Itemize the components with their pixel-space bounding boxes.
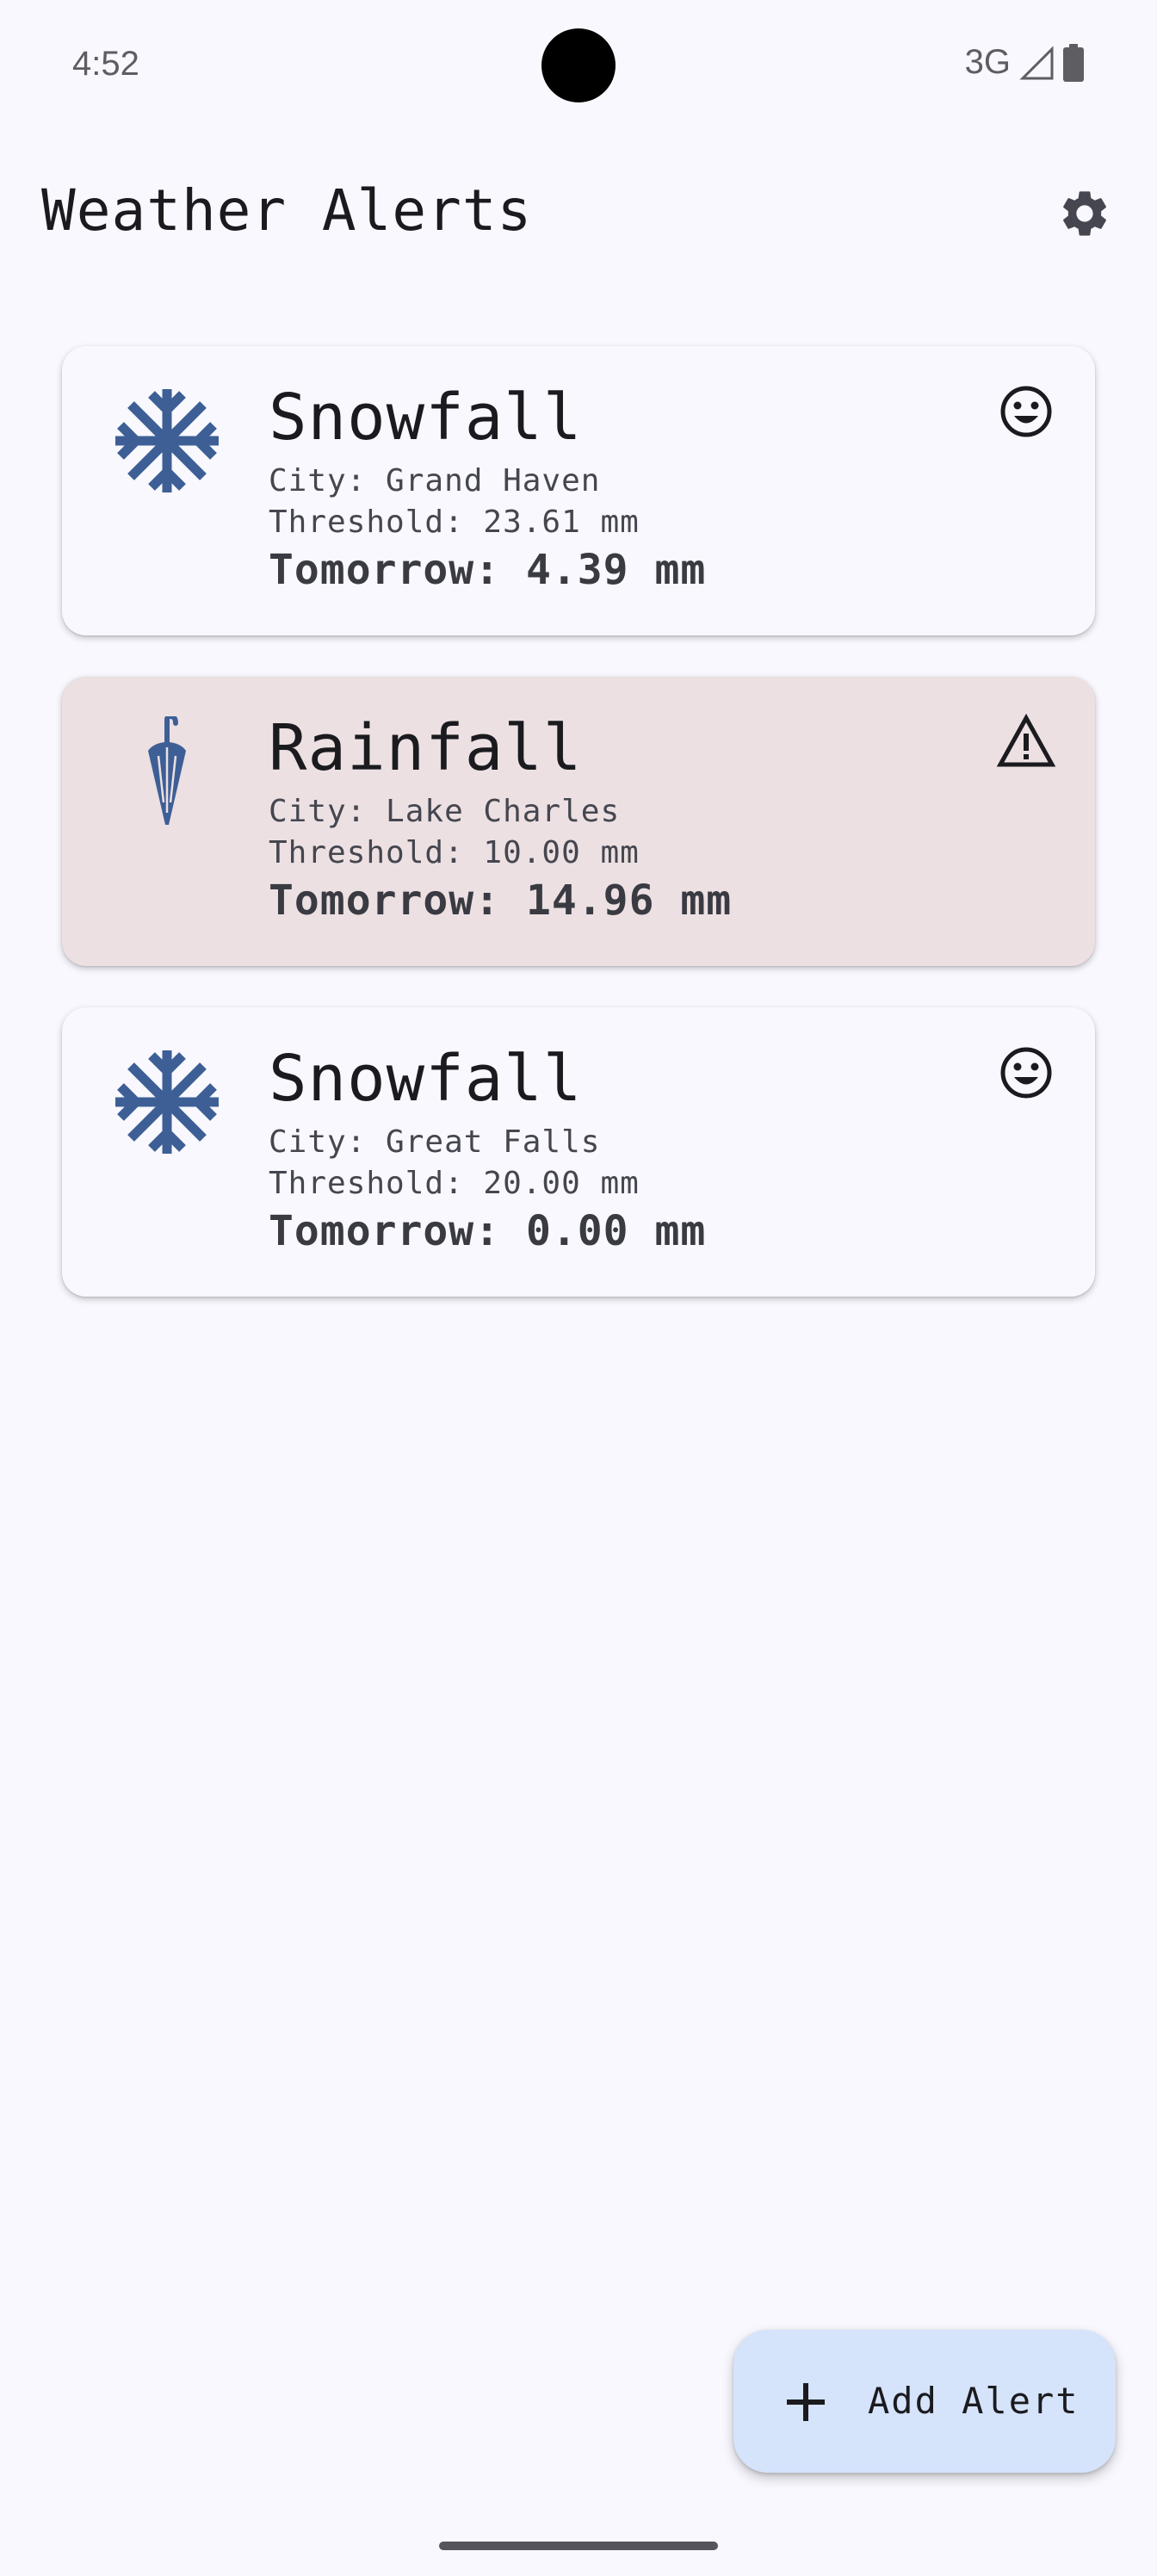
- smiley-icon: [1000, 1047, 1052, 1099]
- alert-forecast: Tomorrow: 0.00 mm: [269, 1207, 707, 1255]
- snowflake-icon: [115, 389, 219, 492]
- alert-type: Snowfall: [269, 381, 583, 455]
- alert-threshold: Threshold: 23.61 mm: [269, 505, 640, 540]
- add-alert-button[interactable]: Add Alert: [733, 2330, 1116, 2473]
- battery-icon: [1063, 43, 1084, 82]
- alert-threshold: Threshold: 20.00 mm: [269, 1166, 640, 1201]
- warning-icon: [996, 713, 1056, 767]
- alert-card[interactable]: Snowfall City: Great Falls Threshold: 20…: [62, 1007, 1095, 1297]
- alert-forecast: Tomorrow: 14.96 mm: [269, 876, 733, 925]
- snowflake-icon: [115, 1050, 219, 1154]
- signal-icon: [1019, 45, 1054, 79]
- alert-type: Rainfall: [269, 711, 583, 785]
- home-indicator[interactable]: [439, 2542, 718, 2550]
- alert-city: City: Grand Haven: [269, 463, 601, 498]
- alert-type: Snowfall: [269, 1042, 583, 1116]
- alert-threshold: Threshold: 10.00 mm: [269, 835, 640, 870]
- alert-city: City: Lake Charles: [269, 794, 621, 829]
- gear-icon: [1063, 191, 1106, 236]
- status-time: 4:52: [72, 45, 139, 83]
- alert-card[interactable]: Rainfall City: Lake Charles Threshold: 1…: [62, 677, 1095, 966]
- camera-cutout: [541, 28, 616, 102]
- add-alert-label: Add Alert: [868, 2380, 1080, 2422]
- page-title: Weather Alerts: [41, 177, 533, 244]
- status-icons: 3G: [965, 43, 1085, 82]
- plus-icon: [787, 2383, 825, 2421]
- umbrella-icon: [148, 716, 186, 825]
- alert-list: Snowfall City: Grand Haven Threshold: 23…: [62, 346, 1095, 1338]
- settings-button[interactable]: [1052, 181, 1117, 246]
- smiley-icon: [1000, 386, 1052, 437]
- alert-card[interactable]: Snowfall City: Grand Haven Threshold: 23…: [62, 346, 1095, 635]
- network-type: 3G: [964, 43, 1011, 81]
- alert-forecast: Tomorrow: 4.39 mm: [269, 546, 707, 594]
- alert-city: City: Great Falls: [269, 1124, 601, 1160]
- status-bar: 4:52 3G: [0, 0, 1157, 129]
